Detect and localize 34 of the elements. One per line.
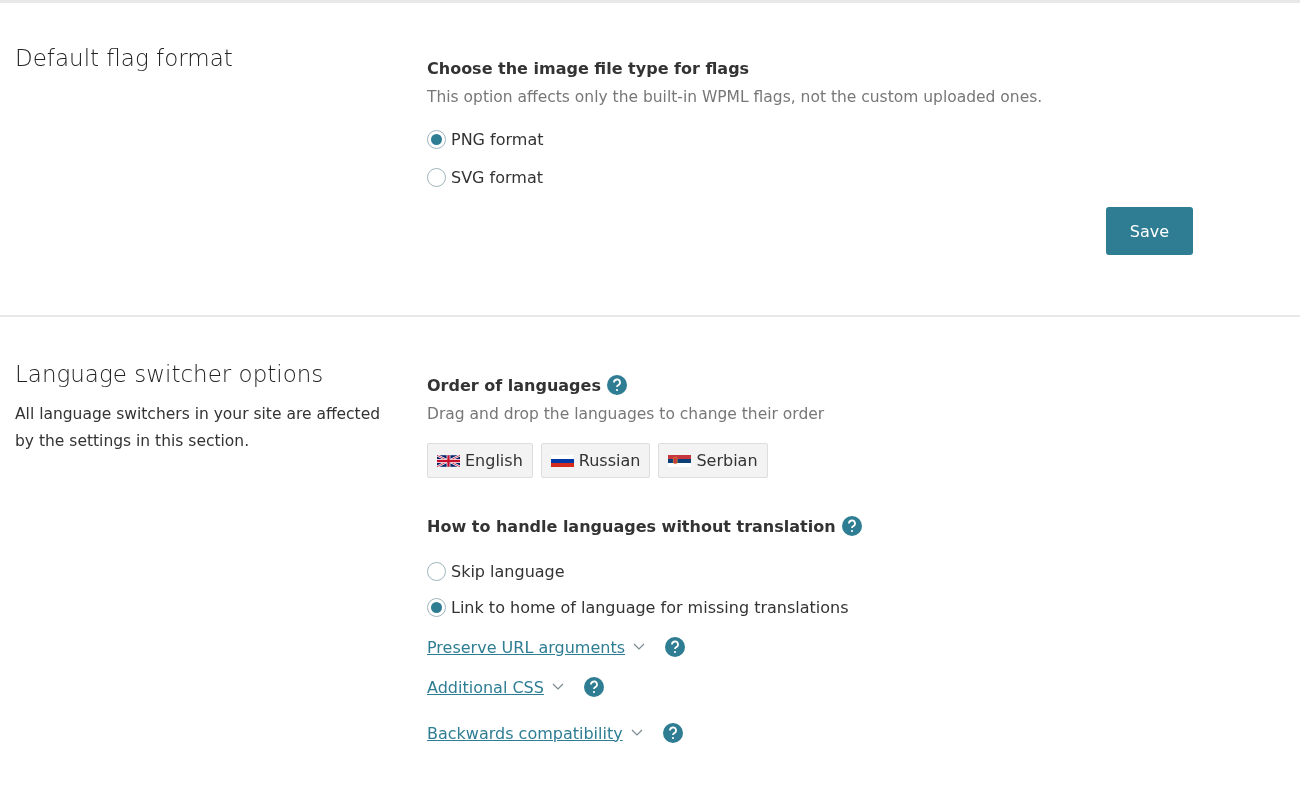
help-icon[interactable] <box>606 375 627 395</box>
save-button[interactable]: Save <box>1106 207 1193 255</box>
radio-label[interactable]: PNG format <box>451 130 544 149</box>
language-chip[interactable]: Russian <box>540 443 651 478</box>
flag-icon <box>437 454 460 467</box>
flag-icon <box>668 454 692 467</box>
radio-label[interactable]: Skip language <box>451 562 565 581</box>
flag-icon <box>550 454 574 467</box>
radio-label[interactable]: Link to home of language for missing translations <box>451 598 849 617</box>
option-heading: Choose the image file type for flags <box>427 59 751 78</box>
help-icon[interactable] <box>583 677 604 697</box>
radio-button[interactable] <box>427 130 446 149</box>
help-icon[interactable] <box>665 637 685 657</box>
chevron-down-icon[interactable] <box>633 643 645 651</box>
language-chip[interactable]: Serbian <box>658 443 768 478</box>
radio-button[interactable] <box>427 168 446 187</box>
radio-button[interactable] <box>427 562 446 581</box>
option-heading: How to handle languages without translation <box>427 516 836 536</box>
chevron-down-icon[interactable] <box>551 683 564 691</box>
chevron-down-icon[interactable] <box>630 729 643 737</box>
section-title: Language switcher options <box>15 361 325 387</box>
expand-link[interactable]: Preserve URL arguments <box>427 637 625 657</box>
expand-link[interactable]: Additional CSS <box>427 677 544 697</box>
help-icon[interactable] <box>841 516 862 536</box>
expand-link[interactable]: Backwards compatibility <box>427 723 623 743</box>
option-heading: Order of languages <box>427 375 601 395</box>
section-description: All language switchers in your site are affected by the settings in this section. <box>15 404 382 452</box>
radio-label[interactable]: SVG format <box>451 168 543 187</box>
option-hint: This option affects only the built-in WPML flags, not the custom uploaded ones. <box>427 88 1044 106</box>
radio-button[interactable] <box>427 598 446 617</box>
language-chip[interactable]: English <box>427 443 533 478</box>
section-title: Default flag format <box>15 45 234 71</box>
help-icon[interactable] <box>662 723 683 743</box>
option-hint: Drag and drop the languages to change their order <box>427 405 826 423</box>
